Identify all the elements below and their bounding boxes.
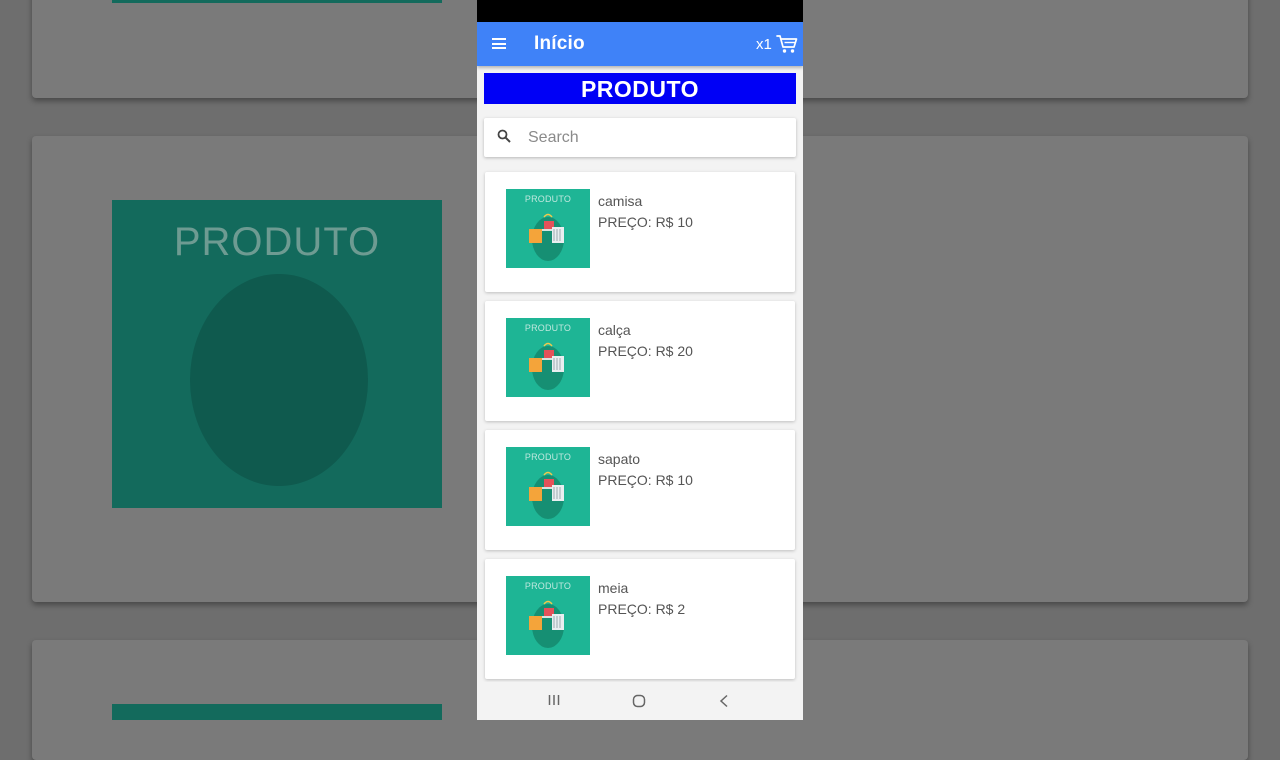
product-price: PREÇO: R$ 2	[598, 601, 686, 617]
product-image: PRODUTO	[506, 447, 590, 526]
shopping-illustration-icon	[529, 471, 564, 519]
background-thumb-strip	[112, 704, 442, 720]
product-image: PRODUTO	[506, 576, 590, 655]
menu-icon[interactable]	[492, 38, 506, 49]
product-price: PREÇO: R$ 10	[598, 214, 693, 230]
background-thumb-circle	[190, 274, 368, 486]
product-card[interactable]: PRODUTO calça PREÇO: R$ 20	[485, 301, 795, 421]
product-name: meia	[598, 580, 629, 596]
app-bar: Início x1	[477, 22, 803, 66]
background-product-image: PRODUTO	[112, 200, 442, 508]
recent-apps-icon[interactable]	[548, 694, 560, 706]
product-name: calça	[598, 322, 631, 338]
product-card[interactable]: PRODUTO camisa PREÇO: R$ 10	[485, 172, 795, 292]
search-bar	[484, 118, 796, 157]
home-icon[interactable]	[632, 694, 646, 708]
cart-count: x1	[756, 36, 772, 53]
cart-icon[interactable]	[776, 34, 798, 54]
product-card[interactable]: PRODUTO meia PREÇO: R$ 2	[485, 559, 795, 679]
product-card[interactable]: PRODUTO sapato PREÇO: R$ 10	[485, 430, 795, 550]
product-image: PRODUTO	[506, 189, 590, 268]
shopping-illustration-icon	[529, 600, 564, 648]
products-banner: PRODUTO	[484, 73, 796, 104]
search-input[interactable]	[526, 126, 780, 150]
search-icon	[497, 129, 511, 143]
shopping-illustration-icon	[529, 342, 564, 390]
back-icon[interactable]	[719, 694, 729, 708]
page-title: Início	[534, 33, 585, 54]
product-price: PREÇO: R$ 10	[598, 472, 693, 488]
product-price: PREÇO: R$ 20	[598, 343, 693, 359]
product-image: PRODUTO	[506, 318, 590, 397]
background-thumb-strip	[112, 0, 442, 3]
status-bar	[477, 0, 803, 22]
system-nav-bar	[477, 682, 803, 720]
product-name: camisa	[598, 193, 643, 209]
background-thumb-label: PRODUTO	[173, 220, 381, 264]
shopping-illustration-icon	[529, 213, 564, 261]
phone-screen: Início x1 PRODUTO PRODUTO	[477, 0, 803, 720]
product-name: sapato	[598, 451, 641, 467]
